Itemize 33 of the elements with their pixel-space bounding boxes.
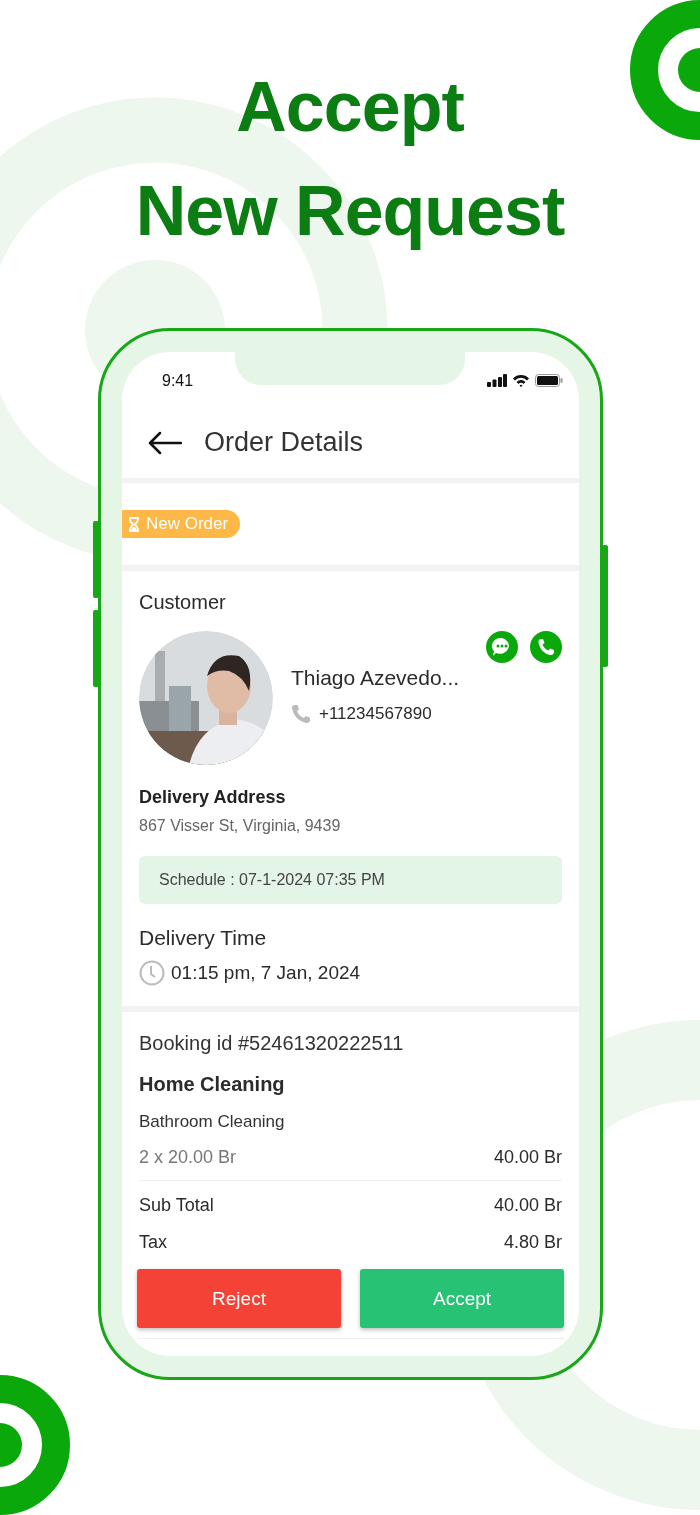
summary-label: Sub Total bbox=[139, 1195, 214, 1216]
badge-label: New Order bbox=[146, 514, 229, 534]
schedule-banner: Schedule : 07-1-2024 07:35 PM bbox=[139, 856, 562, 904]
delivery-time: 01:15 pm, 7 Jan, 2024 bbox=[171, 962, 361, 984]
chat-icon[interactable] bbox=[486, 631, 518, 663]
hourglass-icon bbox=[128, 516, 140, 532]
battery-icon bbox=[535, 374, 563, 387]
delivery-address: 867 Visser St, Virginia, 9439 bbox=[139, 817, 342, 835]
status-time: 9:41 bbox=[162, 372, 194, 390]
signal-icon bbox=[487, 374, 507, 387]
headline: New Request bbox=[135, 171, 565, 252]
booking-id: Booking id #52461320222511 bbox=[139, 1032, 405, 1055]
section-heading: Customer bbox=[139, 591, 227, 614]
summary-label: Tax bbox=[139, 1232, 167, 1253]
back-icon[interactable] bbox=[148, 430, 182, 455]
call-icon[interactable] bbox=[530, 631, 562, 663]
item-quantity: 2 x 20.00 Br bbox=[139, 1147, 237, 1168]
customer-name: Thiago Azevedo... bbox=[291, 666, 461, 690]
accept-button[interactable]: Accept bbox=[360, 1269, 564, 1328]
page-title: Order Details bbox=[204, 427, 364, 458]
headline: Accept bbox=[236, 67, 464, 148]
field-label: Delivery Time bbox=[139, 926, 268, 950]
service-name: Home Cleaning bbox=[139, 1073, 286, 1096]
item-amount: 40.00 Br bbox=[493, 1147, 562, 1168]
item-name: Bathroom Cleaning bbox=[139, 1112, 286, 1132]
wifi-icon bbox=[512, 374, 530, 387]
field-label: Delivery Address bbox=[139, 787, 287, 808]
customer-phone: +11234567890 bbox=[319, 704, 432, 724]
phone-icon bbox=[291, 704, 311, 724]
reject-button[interactable]: Reject bbox=[137, 1269, 341, 1328]
summary-value: 40.00 Br bbox=[493, 1195, 562, 1216]
summary-value: 4.80 Br bbox=[503, 1232, 562, 1253]
clock-icon bbox=[139, 960, 165, 986]
